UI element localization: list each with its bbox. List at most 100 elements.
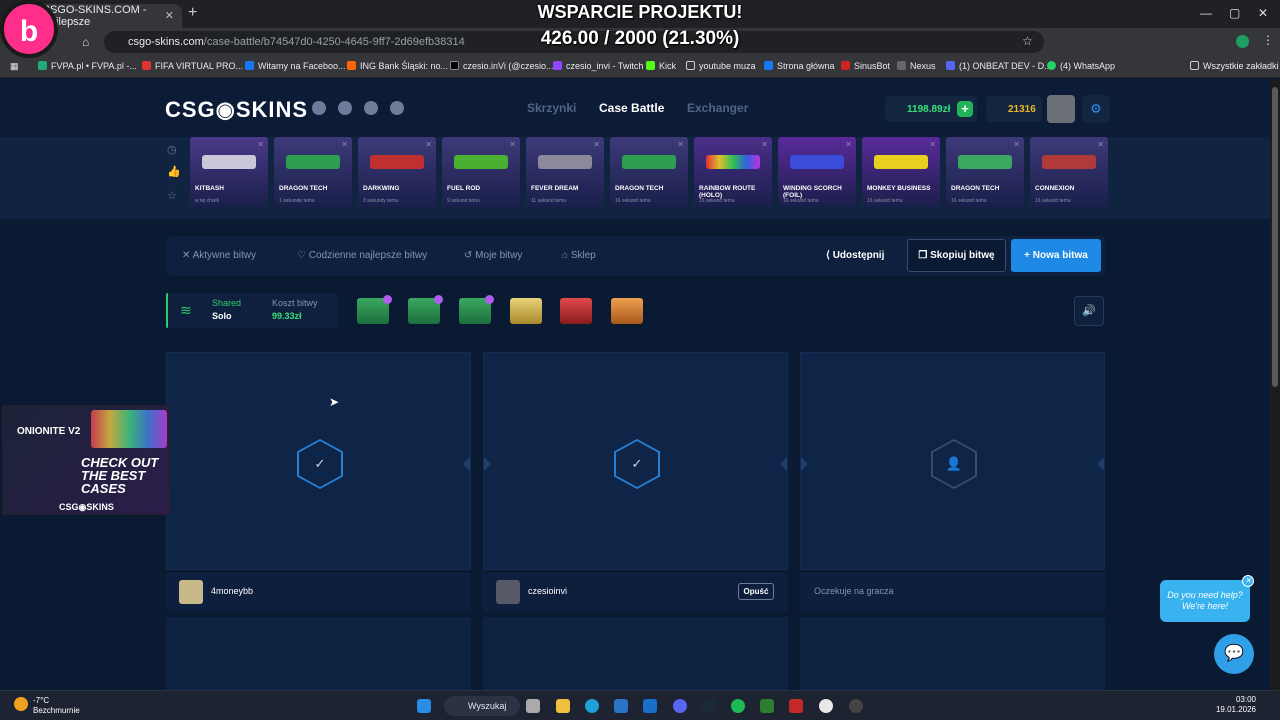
nav-exchanger[interactable]: Exchanger — [687, 101, 748, 115]
drop-name: WINDING SCORCH (FOIL) — [783, 185, 842, 199]
live-drop-item[interactable]: ✕ KITBASH w tej chwili — [190, 137, 268, 207]
taskbar-search[interactable]: Wyszukaj — [444, 696, 520, 716]
steam-icon[interactable] — [702, 699, 716, 713]
bookmark-item[interactable]: youtube muza — [686, 61, 756, 71]
bookmark-item[interactable]: czesio.inVi (@czesio... — [450, 61, 554, 71]
live-drop-item[interactable]: ✕ FUEL ROD 9 sekund temu — [442, 137, 520, 207]
battle-toolbar: ✕ Aktywne bitwy ♡ Codzienne najlepsze bi… — [166, 236, 1105, 276]
weapon-image — [874, 155, 928, 169]
close-icon[interactable]: ✕ — [1242, 575, 1254, 587]
ad-banner[interactable]: ONIONITE V2 CHECK OUT THE BEST CASES CSG… — [2, 405, 170, 515]
bookmark-item[interactable]: Nexus — [897, 61, 936, 71]
apps-icon[interactable]: ▦ — [10, 61, 19, 72]
hexagon-frame: 👤 — [931, 439, 977, 489]
store-icon[interactable] — [614, 699, 628, 713]
bookmark-item[interactable]: (1) ONBEAT DEV - D... — [946, 61, 1052, 71]
edge-icon[interactable] — [585, 699, 599, 713]
drop-name: DARKWING — [363, 185, 400, 192]
deposit-button[interactable]: + — [957, 101, 973, 117]
bookmark-item[interactable]: ING Bank Śląski: no... — [347, 61, 448, 71]
chrome-icon[interactable] — [819, 699, 833, 713]
app-icon[interactable] — [789, 699, 803, 713]
instagram-icon[interactable] — [364, 101, 378, 115]
task-view-icon[interactable] — [526, 699, 540, 713]
site-header: CSG◉SKINS Skrzynki Case Battle Exchanger… — [0, 79, 1270, 137]
site-logo[interactable]: CSG◉SKINS — [165, 97, 308, 123]
bookmark-item[interactable]: Strona główna — [764, 61, 835, 71]
live-drop-item[interactable]: ✕ RAINBOW ROUTE (HOLO) 16 sekund temu — [694, 137, 772, 207]
case-item[interactable] — [357, 295, 392, 324]
sound-toggle-icon[interactable]: 🔊 — [1074, 296, 1104, 326]
share-button[interactable]: ⟨ Udostępnij — [826, 250, 884, 261]
case-item[interactable] — [611, 298, 643, 324]
obs-icon[interactable] — [849, 699, 863, 713]
bookmark-item[interactable]: FIFA VIRTUAL PRO... — [142, 61, 243, 71]
close-icon: ✕ — [1097, 140, 1104, 149]
nav-cases[interactable]: Skrzynki — [527, 101, 576, 115]
live-drop-item[interactable]: ✕ DRAGON TECH 16 sekund temu — [610, 137, 688, 207]
live-drop-item[interactable]: ✕ FEVER DREAM 11 sekund temu — [526, 137, 604, 207]
site-page: CSG◉SKINS Skrzynki Case Battle Exchanger… — [0, 79, 1270, 690]
copy-battle-button[interactable]: ❐ Skopiuj bitwę — [907, 239, 1006, 272]
user-avatar[interactable] — [1047, 95, 1075, 123]
bookmark-item[interactable]: SinusBot — [841, 61, 890, 71]
x-icon[interactable] — [390, 101, 404, 115]
live-drop-item[interactable]: ✕ DARKWING 3 sekundy temu — [358, 137, 436, 207]
live-drop-item[interactable]: ✕ MONKEY BUSINESS 16 sekund temu — [862, 137, 940, 207]
tab-daily-best[interactable]: ♡ Codzienne najlepsze bitwy — [297, 250, 427, 261]
bookmark-item[interactable]: Kick — [646, 61, 676, 71]
close-icon: ✕ — [1013, 140, 1020, 149]
bookmark-item[interactable]: FVPA.pl • FVPA.pl -... — [38, 61, 137, 71]
help-bubble[interactable]: Do you need help? We're here! ✕ — [1160, 575, 1254, 622]
xbox-icon[interactable] — [760, 699, 774, 713]
thumbs-up-icon[interactable]: 👍 — [167, 165, 181, 178]
battle-slot: 👤 — [800, 352, 1105, 570]
new-battle-button[interactable]: + Nowa bitwa — [1011, 239, 1101, 272]
live-drop-item[interactable]: ✕ WINDING SCORCH (FOIL) 16 sekund temu — [778, 137, 856, 207]
drop-name: KITBASH — [195, 185, 224, 192]
gear-icon[interactable]: ⚙ — [1082, 95, 1110, 123]
bookmark-item[interactable]: czesio_invi - Twitch — [553, 61, 643, 71]
player-name[interactable]: czesioinvi — [528, 586, 567, 596]
bookmark-item[interactable]: (4) WhatsApp — [1047, 61, 1115, 71]
drop-time: 3 sekundy temu — [363, 198, 399, 204]
coins-display[interactable]: 21316 — [986, 96, 1042, 122]
discord-icon[interactable] — [312, 101, 326, 115]
page-scrollbar[interactable] — [1270, 79, 1280, 690]
bookmark-item[interactable]: Witamy na Faceboo... — [245, 61, 346, 71]
tab-my-battles[interactable]: ↺ Moje bitwy — [464, 250, 522, 261]
live-drop-item[interactable]: ✕ CONNEXION 16 sekund temu — [1030, 137, 1108, 207]
player-bar: czesioinvi Opuść — [483, 573, 788, 611]
player-name[interactable]: 4moneybb — [211, 586, 253, 596]
tab-active-battles[interactable]: ✕ Aktywne bitwy — [182, 250, 256, 261]
close-icon: ✕ — [929, 140, 936, 149]
outlook-icon[interactable] — [643, 699, 657, 713]
chat-icon[interactable]: 💬 — [1214, 634, 1254, 674]
case-item[interactable] — [408, 295, 443, 324]
help-text: Do you need help? We're here! — [1167, 590, 1243, 611]
case-item[interactable] — [459, 295, 494, 324]
drop-time: 16 sekund temu — [699, 198, 735, 204]
clock-icon[interactable]: ◷ — [167, 143, 177, 156]
facebook-icon[interactable] — [338, 101, 352, 115]
spotify-icon[interactable] — [731, 699, 745, 713]
nav-case-battle[interactable]: Case Battle — [599, 101, 664, 115]
file-explorer-icon[interactable] — [556, 699, 570, 713]
scroll-thumb[interactable] — [1272, 87, 1278, 387]
bookmark-item[interactable]: Wszystkie zakładki — [1190, 61, 1279, 71]
leave-button[interactable]: Opuść — [738, 583, 774, 600]
weapon-image — [958, 155, 1012, 169]
user-icon: 👤 — [933, 441, 975, 487]
tab-shop[interactable]: ⌂ Sklep — [562, 250, 596, 261]
taskbar-clock[interactable]: 03:00 19.01.2026 — [1216, 695, 1256, 715]
live-drop-item[interactable]: ✕ DRAGON TECH 16 sekund temu — [946, 137, 1024, 207]
case-item[interactable] — [510, 298, 542, 324]
weather-widget[interactable]: -7°C Bezchmurnie — [33, 696, 80, 716]
discord-icon[interactable] — [673, 699, 687, 713]
live-drop-item[interactable]: ✕ DRAGON TECH 1 sekundę temu — [274, 137, 352, 207]
balance-display[interactable]: 1198.89zł + — [885, 96, 977, 122]
start-icon[interactable] — [417, 699, 431, 713]
case-item[interactable] — [560, 298, 592, 324]
star-icon[interactable]: ☆ — [167, 189, 177, 202]
shared-mode-icon: ≋ — [180, 302, 192, 318]
